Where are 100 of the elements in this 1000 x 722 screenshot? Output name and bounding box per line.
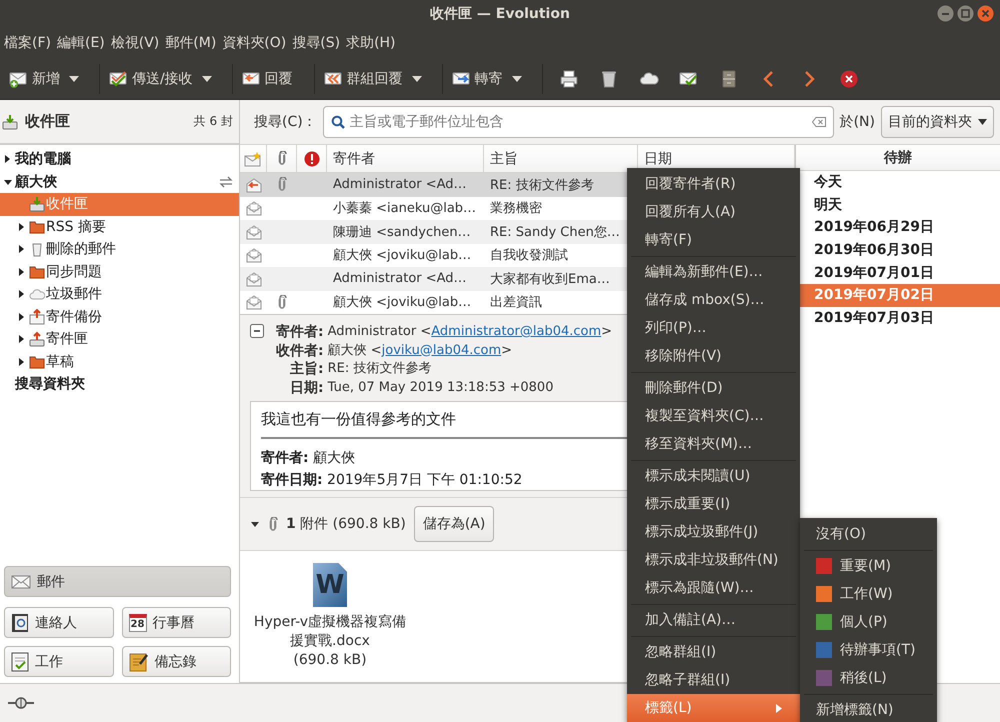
- message-count: 共 6 封: [194, 113, 233, 130]
- menu-item[interactable]: 標示成垃圾郵件(J): [627, 518, 800, 546]
- address-book-icon: [11, 612, 29, 632]
- caret-icon: [412, 76, 422, 82]
- account-item[interactable]: 搜尋資料夾: [0, 373, 239, 396]
- header-label: 日期:: [289, 378, 324, 397]
- folder-icon: [29, 354, 45, 370]
- account-item[interactable]: 顧大俠: [0, 170, 239, 193]
- menu-item[interactable]: 檔案(F): [2, 34, 55, 52]
- inbox-icon: [2, 114, 18, 130]
- menu-item[interactable]: 忽略群組(I): [627, 638, 800, 666]
- message-text: 寄件日期: 2019年5月7日 下午 01:10:52: [261, 470, 522, 490]
- menu-item[interactable]: 標示為跟隨(W)…: [627, 574, 800, 602]
- notepad-icon: [128, 652, 148, 672]
- switcher-button[interactable]: 郵件: [4, 566, 231, 597]
- menu-item[interactable]: 搜尋(S): [290, 34, 344, 52]
- menu-item[interactable]: 待辦事項(T): [800, 636, 937, 664]
- caret-icon: [978, 119, 987, 125]
- minimize-icon[interactable]: [937, 5, 954, 22]
- search-icon: [330, 115, 345, 129]
- folder-item[interactable]: 草稿: [0, 350, 239, 373]
- menu-item[interactable]: 編輯(E): [54, 34, 109, 52]
- toolbar-button[interactable]: 新增: [6, 64, 63, 92]
- folder-item[interactable]: 刪除的郵件: [0, 238, 239, 260]
- maximize-icon[interactable]: [957, 5, 974, 22]
- clear-icon[interactable]: [812, 117, 826, 127]
- menu-item[interactable]: 移除附件(V): [627, 342, 800, 370]
- folder-item[interactable]: 垃圾郵件: [0, 283, 239, 306]
- collapse-icon[interactable]: [250, 324, 264, 338]
- switcher-button[interactable]: 連絡人: [4, 607, 114, 638]
- account-item[interactable]: 我的電腦: [0, 148, 239, 170]
- caret-icon: [69, 76, 79, 82]
- folder-item[interactable]: 寄件備份: [0, 306, 239, 328]
- column-header[interactable]: [267, 145, 297, 172]
- file-name: Hyper-v虛擬機器複寫備援實戰.docx: [252, 613, 408, 651]
- switcher-button[interactable]: 28 行事曆: [122, 607, 231, 638]
- switcher-button[interactable]: 工作: [4, 646, 114, 677]
- column-header[interactable]: [240, 145, 267, 172]
- outbox-icon: [29, 331, 45, 348]
- document-icon[interactable]: W: [313, 563, 347, 607]
- toolbar-button[interactable]: 回覆: [238, 64, 296, 92]
- menu-item[interactable]: 標示成未閱讀(U): [627, 462, 800, 490]
- inbox-icon: [29, 196, 45, 212]
- table-cell-text: Administrator <Ad…: [332, 271, 468, 286]
- table-cell-text: 自我收發測試: [489, 247, 569, 264]
- menu-item[interactable]: 個人(P): [800, 608, 937, 636]
- menu-item[interactable]: 標示成重要(I): [627, 490, 800, 518]
- table-cell-text: 陳珊迪 <sandychen…: [332, 224, 472, 241]
- search-field[interactable]: 主旨或電子郵件位址包含: [322, 106, 834, 138]
- menu-item[interactable]: 郵件(M): [163, 34, 220, 52]
- column-header[interactable]: 寄件者: [327, 145, 484, 172]
- save-as-button[interactable]: 儲存為(A): [414, 506, 494, 542]
- menu-item[interactable]: 重要(M): [800, 552, 937, 580]
- close-icon[interactable]: [977, 5, 994, 22]
- email-link[interactable]: Administrator@lab04.com: [431, 323, 602, 342]
- caret-icon: [202, 76, 212, 82]
- open-mail-icon: [246, 200, 262, 216]
- window-title: 收件匣 — Evolution: [430, 5, 570, 23]
- search-label: 搜尋(C)：: [254, 113, 317, 131]
- open-mail-icon: [246, 247, 262, 264]
- folder-title: 收件匣: [25, 112, 71, 131]
- menu-item[interactable]: 檢視(V): [108, 34, 164, 52]
- open-mail-icon: [246, 224, 262, 240]
- mail-star-icon: [244, 150, 262, 166]
- folder-item[interactable]: RSS 摘要: [0, 216, 239, 238]
- toolbar-button[interactable]: 群組回覆: [320, 64, 406, 92]
- menu-item[interactable]: 新增標籤(N): [800, 696, 937, 722]
- table-cell-text: Administrator <Ad…: [332, 177, 468, 192]
- email-link[interactable]: joviku@lab04.com: [382, 342, 502, 360]
- checklist-icon: [11, 652, 29, 672]
- stop-icon: [838, 68, 859, 88]
- expander-icon[interactable]: [250, 519, 260, 529]
- message-text: 寄件者: 顧大俠: [261, 448, 356, 468]
- table-cell-text: 顧大俠 <joviku@lab…: [332, 247, 472, 264]
- menu-item[interactable]: 工作(W): [800, 580, 937, 608]
- toolbar-button[interactable]: 轉寄: [448, 64, 506, 92]
- table-cell-text: RE: Sandy Chen您…: [489, 224, 621, 241]
- menu-item[interactable]: 標示成非垃圾郵件(N): [627, 546, 800, 574]
- menu-item[interactable]: 加入備註(A)…: [627, 606, 800, 634]
- sync-icon[interactable]: [219, 176, 233, 188]
- menu-item[interactable]: 資料夾(O): [220, 34, 290, 52]
- toolbar-button[interactable]: 傳送/接收: [106, 64, 196, 92]
- header-value: 顧大俠 <: [328, 342, 382, 360]
- column-header[interactable]: [297, 145, 327, 172]
- header-label: 寄件者:: [276, 323, 324, 342]
- header-value: >: [501, 342, 512, 360]
- folder-item[interactable]: 同步問題: [0, 260, 239, 283]
- scope-dropdown[interactable]: 目前的資料夾: [881, 106, 994, 138]
- switcher-button[interactable]: 備忘錄: [122, 646, 231, 677]
- menu-item[interactable]: 沒有(O): [800, 520, 937, 548]
- folder-item[interactable]: 寄件匣: [0, 328, 239, 350]
- attachment-summary: 1 附件 (690.8 kB): [286, 515, 406, 533]
- column-header[interactable]: 主旨: [484, 145, 638, 172]
- menu-item[interactable]: 刪除郵件(D): [627, 374, 800, 402]
- menu-item[interactable]: 求助(H): [344, 34, 400, 52]
- open-mail-icon: [246, 294, 262, 310]
- print-icon: [558, 68, 579, 88]
- menu-item[interactable]: 稍後(L): [800, 664, 937, 692]
- menu-item[interactable]: 忽略子群組(I): [627, 666, 800, 694]
- paperclip-icon: [276, 151, 286, 166]
